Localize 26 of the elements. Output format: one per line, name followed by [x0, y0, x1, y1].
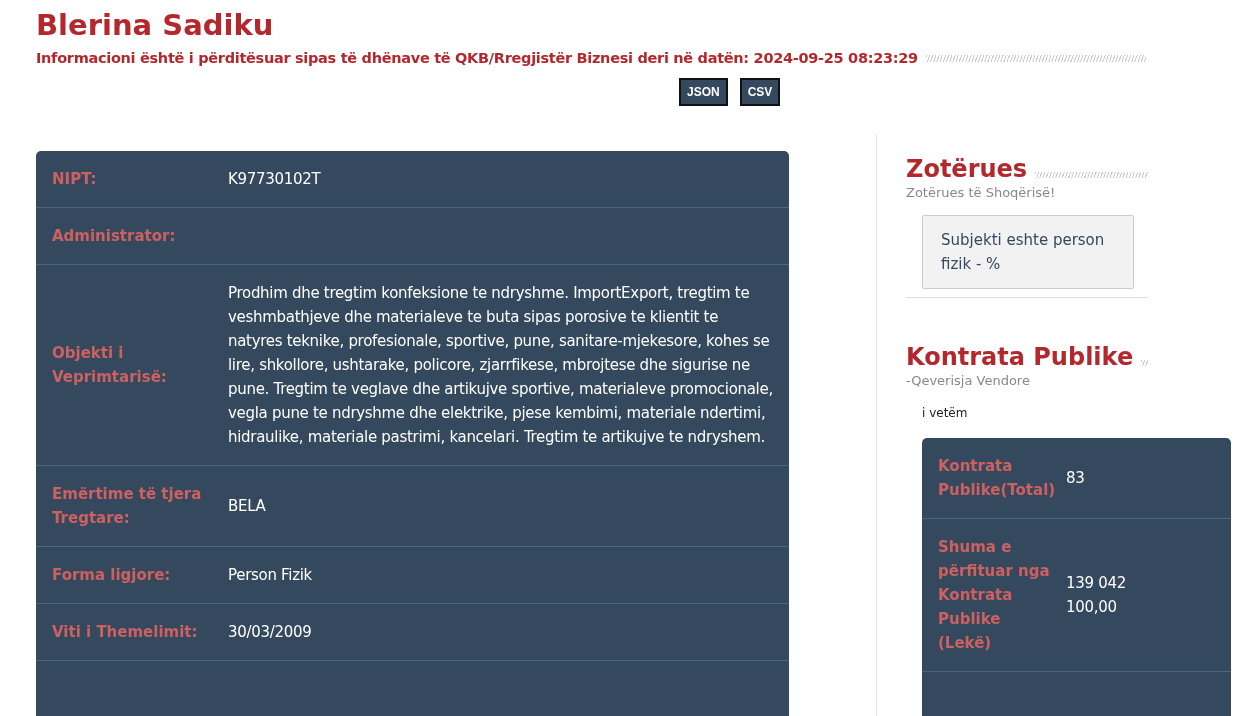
field-label: NIPT:	[52, 169, 98, 190]
section-subtitle: -Qeverisja Vendore	[906, 372, 1031, 390]
export-button[interactable]: CSV	[739, 78, 781, 106]
field-label: Administrator:	[52, 226, 177, 247]
field-label: Emërtime të tjera Tregtare:	[52, 484, 203, 529]
owner-note: Subjekti eshte person fizik - %	[922, 215, 1134, 289]
section-subtitle: Zotërues të Shoqërisë!	[906, 184, 1057, 202]
field-label: Viti i Themelimit:	[52, 622, 199, 643]
section-title: Zotërues	[906, 154, 1028, 184]
field-value: 30/03/2009	[228, 622, 313, 643]
page-title: Blerina Sadiku	[36, 7, 275, 44]
hatch-decoration	[1141, 360, 1148, 366]
field-value: BELA	[228, 496, 267, 517]
filter-label: i vetëm	[922, 406, 969, 420]
field-label: Kontrata Publike(Total)	[938, 456, 1057, 501]
field-value: 83	[1066, 468, 1086, 489]
field-label: Objekti i Veprimtarisë:	[52, 343, 168, 388]
field-value: K97730102T	[228, 169, 322, 190]
section-title: Kontrata Publike	[906, 342, 1134, 372]
field-label: Forma ligjore:	[52, 565, 172, 586]
field-value: Prodhim dhe tregtim konfeksione te ndryshme. ImportExport, tregtim te veshmbathjeve dhe materialeve te buta sipas porosive te klientit te natyres teknike, profesionale, sportive, pune, sanitare-mjekesore, kohes se lire, shkollore, ushtarake, policore, zjarrfikese, mbrojtese dhe sigurise ne pune. Tregtim te veglave dhe artikujve sportive, materialeve promocionale, vegla pune te ndryshme dhe elektrike, pjese kembimi, materiale ndertimi, hidraulike, materiale pastrimi, kancelari. Tregtim te artikujve te ndryshem.	[228, 283, 773, 448]
export-button[interactable]: JSON	[679, 78, 728, 106]
update-note: Informacioni është i përditësuar sipas të dhënave të QKB/Rregjistër Biznesi deri në datën: 2024-09-25 08:23:29	[36, 50, 918, 66]
field-value: 139 042 100,00	[1066, 573, 1126, 618]
field-label: Shuma e përfituar nga Kontrata Publike (Lekë)	[938, 537, 1051, 654]
field-value: Person Fizik	[228, 565, 313, 586]
